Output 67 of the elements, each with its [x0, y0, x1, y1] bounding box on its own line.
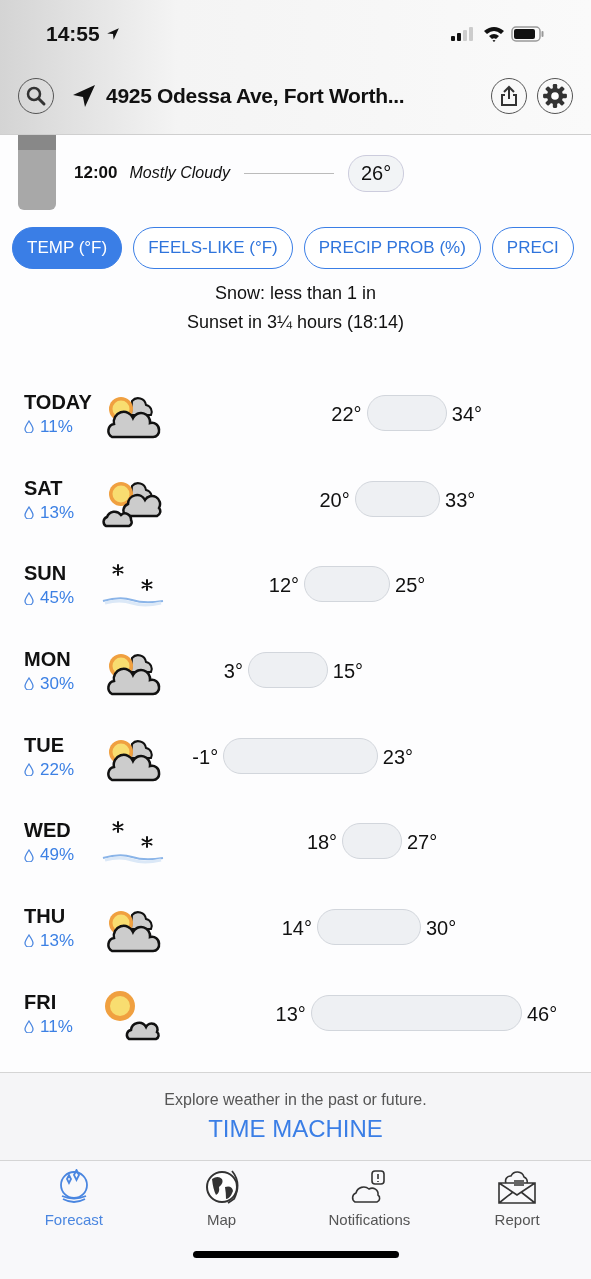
- low-temp: 13°: [275, 1002, 306, 1026]
- wifi-icon: [483, 26, 505, 42]
- precip-chance: 22%: [40, 759, 75, 780]
- high-temp: 25°: [395, 574, 426, 598]
- day-name: TODAY: [24, 390, 93, 414]
- low-temp: 3°: [223, 659, 243, 683]
- tab-bar-item[interactable]: Notifications: [295, 1161, 444, 1241]
- status-time: 14:55: [46, 22, 100, 46]
- low-temp: 18°: [306, 831, 338, 855]
- summary-text: Sunset in 3¼ hours (18:14): [185, 312, 406, 333]
- drop-icon: [24, 420, 34, 434]
- high-temp: 30°: [426, 916, 457, 940]
- day-name: THU: [24, 904, 67, 928]
- summary-text: Snow: less than 1 in: [213, 283, 378, 304]
- precip-chance: 11%: [40, 416, 73, 437]
- envelope-icon: [497, 1169, 538, 1205]
- low-temp: 20°: [319, 488, 350, 512]
- tab-bar-item[interactable]: Report: [443, 1161, 591, 1241]
- drop-icon: [24, 677, 34, 691]
- low-temp: 14°: [281, 916, 312, 940]
- location-arrow-icon: [105, 27, 120, 41]
- precip-chance: 45%: [40, 588, 75, 609]
- precip-chance: 30%: [40, 673, 75, 694]
- metric-chip[interactable]: TEMP (°F): [12, 227, 123, 269]
- temp-range-bar: [342, 823, 402, 860]
- drop-icon: [24, 934, 34, 948]
- low-temp: 22°: [331, 402, 362, 426]
- day-name: MON: [24, 647, 72, 671]
- time-machine-button[interactable]: TIME MACHINE: [208, 1114, 383, 1143]
- day-name: SAT: [24, 476, 64, 500]
- snow-icon: [102, 820, 164, 865]
- metric-chip[interactable]: FEELS-LIKE (°F): [133, 227, 293, 269]
- precip-chance: 11%: [40, 1016, 73, 1037]
- tab-bar-item[interactable]: Map: [147, 1161, 296, 1241]
- time-machine-caption: Explore weather in the past or future.: [164, 1090, 427, 1109]
- low-temp: -1°: [192, 745, 219, 769]
- drop-icon: [24, 763, 34, 777]
- settings-icon: [542, 83, 568, 109]
- drop-icon: [24, 506, 34, 520]
- high-temp: 46°: [526, 1002, 558, 1026]
- hour-condition: Mostly Cloudy: [129, 164, 230, 182]
- metric-chip[interactable]: PRECIP PROB (%): [303, 227, 481, 269]
- precip-chance: 13%: [40, 930, 75, 951]
- high-temp: 23°: [382, 745, 414, 769]
- day-name: WED: [24, 819, 72, 843]
- search-icon: [24, 84, 48, 108]
- high-temp: 27°: [406, 831, 438, 855]
- tab-bar-item[interactable]: Forecast: [0, 1161, 148, 1241]
- day-name: FRI: [24, 990, 58, 1014]
- location-arrow-icon: [72, 84, 96, 108]
- hour-time: 12:00: [74, 163, 118, 183]
- low-temp: 12°: [268, 574, 300, 598]
- metric-chip[interactable]: PRECI: [491, 227, 574, 269]
- drop-icon: [24, 1020, 34, 1034]
- location-title[interactable]: 4925 Odessa Ave, Fort Worth...: [106, 84, 463, 108]
- high-temp: 33°: [445, 488, 476, 512]
- precip-chance: 49%: [40, 845, 75, 866]
- drop-icon: [24, 591, 34, 605]
- precip-chance: 13%: [40, 502, 75, 523]
- hour-temp: 26°: [347, 154, 405, 192]
- high-temp: 34°: [451, 402, 483, 426]
- high-temp: 15°: [332, 659, 364, 683]
- day-name: SUN: [24, 562, 68, 586]
- battery-icon: [511, 26, 545, 42]
- day-name: TUE: [24, 733, 65, 757]
- drop-icon: [24, 848, 34, 862]
- snow-icon: [102, 563, 164, 608]
